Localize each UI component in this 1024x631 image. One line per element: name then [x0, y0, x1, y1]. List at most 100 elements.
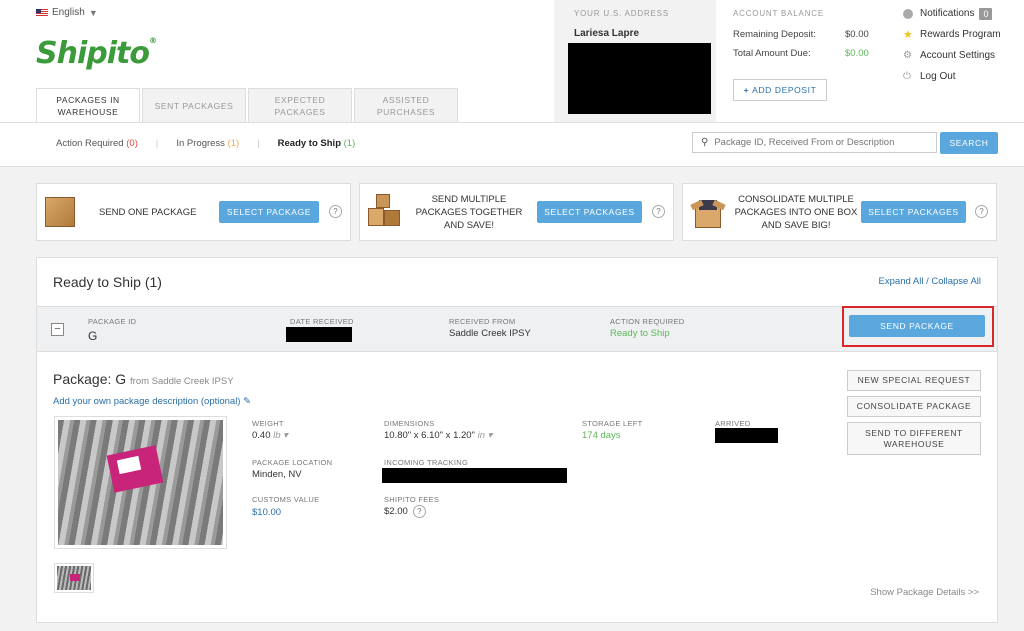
filter-action-required[interactable]: Action Required (0) [56, 138, 138, 149]
status-filters: Action Required (0) | In Progress (1) | … [56, 138, 355, 149]
fees-help-icon[interactable]: ? [412, 505, 426, 518]
redacted-arrived [715, 428, 778, 443]
arrived-label: ARRIVED [715, 419, 751, 428]
action-required-label: ACTION REQUIRED [610, 317, 685, 326]
tab-assisted-purchases[interactable]: ASSISTED PURCHASES [354, 88, 458, 123]
package-photo[interactable] [54, 416, 227, 549]
weight-unit-select[interactable]: lb ▾ [273, 430, 288, 441]
option-card-consolidate: CONSOLIDATE MULTIPLE PACKAGES INTO ONE B… [682, 183, 997, 241]
send-to-different-warehouse-button[interactable]: SEND TO DIFFERENT WAREHOUSE [847, 422, 981, 455]
ready-to-ship-panel: Ready to Ship (1) Expand All / Collapse … [36, 257, 998, 623]
package-thumbnail[interactable] [54, 563, 94, 593]
logout-label: Log Out [920, 71, 956, 82]
filter-label: Action Required [56, 138, 124, 149]
notifications-count: 0 [979, 7, 993, 20]
option-card-send-multiple: SEND MULTIPLE PACKAGES TOGETHER AND SAVE… [359, 183, 674, 241]
main-tabs: PACKAGES IN WAREHOUSE SENT PACKAGES EXPE… [36, 88, 458, 123]
incoming-tracking-label: INCOMING TRACKING [384, 458, 469, 467]
collapse-toggle-icon[interactable]: − [51, 323, 64, 336]
search-button[interactable]: SEARCH [940, 132, 998, 154]
search-button-label: SEARCH [949, 138, 989, 148]
package-row[interactable]: − PACKAGE ID G DATE RECEIVED RECEIVED FR… [37, 306, 997, 352]
tab-sent-packages[interactable]: SENT PACKAGES [142, 88, 246, 123]
user-menu: Notifications 0 ★ Rewards Program ⚙ Acco… [903, 6, 1013, 84]
redacted-tracking [382, 468, 567, 483]
shipito-fees-label: SHIPITO FEES [384, 495, 440, 504]
dimensions-label: DIMENSIONS [384, 419, 435, 428]
package-location-label: PACKAGE LOCATION [252, 458, 333, 467]
button-label: SEND PACKAGE [880, 321, 954, 331]
received-from-label: RECEIVED FROM [449, 317, 516, 326]
filter-count: (0) [126, 138, 138, 149]
redacted-date [286, 327, 352, 342]
tab-label: PACKAGES IN WAREHOUSE [56, 94, 120, 117]
logo[interactable]: Shipito® [36, 36, 157, 71]
account-settings-link[interactable]: ⚙ Account Settings [903, 48, 1013, 63]
divider: | [257, 138, 260, 149]
select-packages-button[interactable]: SELECT PACKAGES [537, 201, 642, 223]
open-box-icon [690, 196, 726, 230]
date-received-label: DATE RECEIVED [290, 317, 354, 326]
add-deposit-button[interactable]: + ADD DEPOSIT [733, 79, 827, 101]
consolidate-package-button[interactable]: CONSOLIDATE PACKAGE [847, 396, 981, 417]
logout-link[interactable]: ⏻ Log Out [903, 69, 1013, 84]
language-selector[interactable]: English ▼ [36, 7, 98, 18]
new-special-request-button[interactable]: NEW SPECIAL REQUEST [847, 370, 981, 391]
filter-label: Ready to Ship [277, 138, 341, 149]
filter-ready-to-ship[interactable]: Ready to Ship (1) [278, 138, 356, 149]
total-due-label: Total Amount Due: [733, 48, 811, 59]
globe-icon [903, 8, 913, 19]
gear-icon: ⚙ [903, 50, 912, 61]
filter-count: (1) [227, 138, 240, 149]
account-balance-panel: ACCOUNT BALANCE Remaining Deposit: $0.00… [733, 0, 883, 110]
tab-expected-packages[interactable]: EXPECTED PACKAGES [248, 88, 352, 123]
help-icon[interactable]: ? [329, 205, 342, 218]
us-address-label: YOUR U.S. ADDRESS [574, 9, 669, 18]
logo-text: Shipito [36, 36, 150, 71]
rewards-label: Rewards Program [920, 29, 1001, 40]
rewards-link[interactable]: ★ Rewards Program [903, 27, 1013, 42]
expand-collapse-link[interactable]: Expand All / Collapse All [879, 276, 981, 287]
filter-count: (1) [343, 138, 356, 149]
search-input[interactable] [714, 137, 925, 148]
add-deposit-label: ADD DEPOSIT [752, 84, 817, 95]
filter-label: In Progress [176, 138, 225, 149]
remaining-deposit-value: $0.00 [845, 29, 869, 40]
select-package-button[interactable]: SELECT PACKAGE [219, 201, 319, 223]
send-package-button[interactable]: SEND PACKAGE [849, 315, 985, 337]
button-label: SEND TO DIFFERENT WAREHOUSE [865, 427, 963, 449]
search-icon: ⚲ [701, 137, 709, 148]
help-icon[interactable]: ? [975, 205, 988, 218]
customs-value: $10.00 [252, 507, 282, 518]
us-address-panel: YOUR U.S. ADDRESS Lariesa Lapre [554, 0, 716, 123]
account-balance-label: ACCOUNT BALANCE [733, 9, 824, 18]
select-packages-button[interactable]: SELECT PACKAGES [861, 201, 966, 223]
boxes-icon [368, 194, 400, 230]
weight-label: WEIGHT [252, 419, 284, 428]
notifications-label: Notifications [920, 8, 975, 19]
shipito-fees-value: $2.00 ? [384, 505, 426, 518]
dimensions-unit-select[interactable]: in ▾ [478, 430, 493, 441]
package-id-value: G [88, 329, 98, 343]
account-settings-label: Account Settings [920, 50, 996, 61]
action-required-value: Ready to Ship [610, 328, 670, 339]
package-detail-title: Package: G from Saddle Creek IPSY [53, 371, 234, 387]
help-icon[interactable]: ? [652, 205, 665, 218]
option-card-send-one: SEND ONE PACKAGE SELECT PACKAGE ? [36, 183, 351, 241]
add-description-link[interactable]: Add your own package description (option… [53, 396, 251, 407]
storage-left-value: 174 days [582, 430, 621, 441]
us-address-name: Lariesa Lapre [574, 28, 640, 39]
language-label: English [52, 7, 85, 18]
pencil-icon: ✎ [243, 396, 252, 407]
filter-in-progress[interactable]: In Progress (1) [176, 138, 239, 149]
show-package-details-link[interactable]: Show Package Details >> [870, 587, 979, 598]
remaining-deposit-label: Remaining Deposit: [733, 29, 816, 40]
notifications-link[interactable]: Notifications 0 [903, 6, 1013, 21]
title-package-id: G [115, 371, 127, 387]
search-box: ⚲ [692, 132, 937, 153]
tab-packages-in-warehouse[interactable]: PACKAGES IN WAREHOUSE [36, 88, 140, 123]
power-icon: ⏻ [903, 71, 911, 82]
redacted-address [568, 43, 711, 114]
button-label: SELECT PACKAGES [544, 207, 635, 217]
storage-left-label: STORAGE LEFT [582, 419, 643, 428]
